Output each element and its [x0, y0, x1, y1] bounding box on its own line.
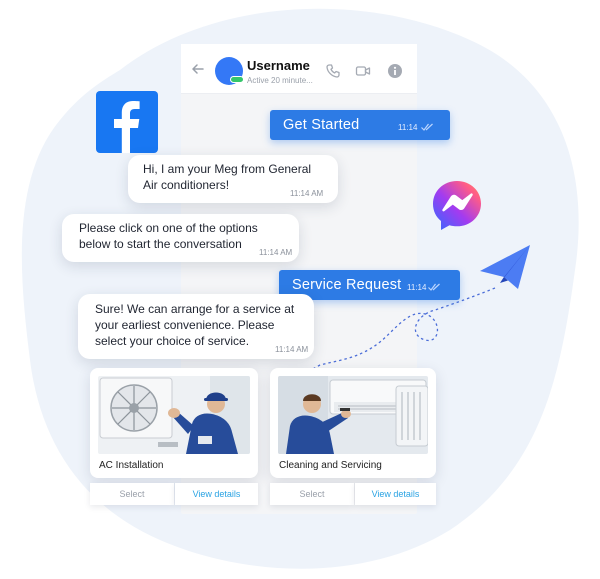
- view-details-button[interactable]: View details: [175, 483, 258, 505]
- message-time: 11:14 AM: [275, 345, 309, 354]
- message-text: select your choice of service.: [95, 334, 250, 348]
- message-get-started: Get Started 11:14: [270, 110, 450, 140]
- message-time: 11:14 AM: [290, 189, 324, 198]
- cleaning-servicing-image: [278, 376, 428, 454]
- service-card-ac-installation[interactable]: AC Installation: [90, 368, 258, 478]
- card-title: AC Installation: [99, 460, 164, 471]
- facebook-logo-icon: [96, 91, 158, 153]
- double-check-icon: [421, 123, 433, 131]
- message-time: 11:14: [407, 283, 427, 292]
- message-options-prompt: Please click on one of the options below…: [62, 214, 299, 262]
- select-button[interactable]: Select: [90, 483, 174, 505]
- view-details-button[interactable]: View details: [355, 483, 436, 505]
- message-text: Hi, I am your Meg from General: [143, 162, 312, 176]
- message-text: Service Request: [292, 277, 402, 293]
- message-time: 11:14: [398, 123, 418, 132]
- message-text: Air conditioners!: [143, 178, 230, 192]
- info-icon[interactable]: [387, 63, 403, 79]
- service-card-cleaning[interactable]: Cleaning and Servicing: [270, 368, 436, 478]
- select-button[interactable]: Select: [270, 483, 354, 505]
- message-text: Get Started: [283, 117, 360, 133]
- video-icon[interactable]: [355, 63, 371, 79]
- message-text: Sure! We can arrange for a service at: [95, 302, 295, 316]
- message-greeting: Hi, I am your Meg from General Air condi…: [128, 155, 338, 203]
- back-arrow-icon[interactable]: [190, 61, 206, 77]
- card-title: Cleaning and Servicing: [279, 460, 382, 471]
- phone-icon[interactable]: [325, 63, 341, 79]
- active-status-text: Active 20 minute...: [247, 76, 313, 85]
- online-status-badge: [230, 76, 244, 83]
- username-label: Username: [247, 58, 310, 73]
- message-service-reply: Sure! We can arrange for a service at yo…: [78, 294, 314, 359]
- message-text: your earliest convenience. Please: [95, 318, 275, 332]
- message-text: Please click on one of the options: [79, 221, 258, 235]
- message-time: 11:14 AM: [259, 248, 293, 257]
- messenger-logo-icon: [433, 181, 481, 230]
- ac-installation-image: [98, 376, 250, 454]
- message-text: below to start the conversation: [79, 237, 242, 251]
- double-check-icon: [428, 283, 440, 291]
